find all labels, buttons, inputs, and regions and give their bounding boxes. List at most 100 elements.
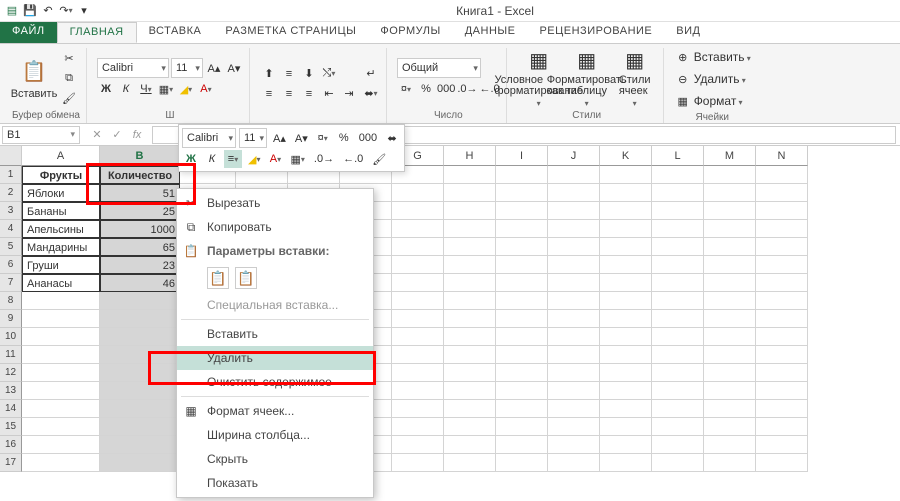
cell[interactable] xyxy=(22,292,100,310)
mini-bold-button[interactable]: Ж xyxy=(182,150,200,168)
cell[interactable] xyxy=(756,310,808,328)
cell[interactable] xyxy=(444,346,496,364)
ctx-paste-special[interactable]: Специальная вставка... xyxy=(177,293,373,317)
redo-icon[interactable]: ↷ xyxy=(58,3,74,19)
cell[interactable] xyxy=(496,400,548,418)
cell[interactable] xyxy=(652,256,704,274)
tab-file[interactable]: ФАЙЛ xyxy=(0,22,57,43)
cell[interactable] xyxy=(548,202,600,220)
font-size-combo[interactable]: 11 xyxy=(171,58,203,78)
cell[interactable] xyxy=(22,310,100,328)
row-header[interactable]: 4 xyxy=(0,220,22,238)
cell[interactable] xyxy=(756,382,808,400)
cell[interactable] xyxy=(756,166,808,184)
cell[interactable] xyxy=(444,400,496,418)
cut-icon[interactable]: ✂ xyxy=(60,49,78,67)
insert-cells-button[interactable]: Вставить xyxy=(694,50,751,64)
cell[interactable] xyxy=(496,184,548,202)
orientation-icon[interactable]: ⤭ xyxy=(320,65,338,83)
mini-font-color-icon[interactable]: A xyxy=(266,150,284,168)
number-format-combo[interactable]: Общий xyxy=(397,58,481,78)
tab-view[interactable]: ВИД xyxy=(664,22,712,43)
cell[interactable] xyxy=(548,382,600,400)
comma-icon[interactable]: 000 xyxy=(437,80,455,98)
row-header[interactable]: 12 xyxy=(0,364,22,382)
cell[interactable] xyxy=(496,274,548,292)
align-left-icon[interactable]: ≡ xyxy=(260,85,278,103)
cell[interactable] xyxy=(496,202,548,220)
mini-comma-icon[interactable]: 000 xyxy=(356,129,380,147)
ctx-delete[interactable]: Удалить xyxy=(177,346,373,370)
cell[interactable]: Мандарины xyxy=(22,238,100,256)
cell[interactable] xyxy=(704,400,756,418)
accounting-icon[interactable]: ¤ xyxy=(397,80,415,98)
cell[interactable]: Количество xyxy=(100,166,180,184)
cell[interactable] xyxy=(600,400,652,418)
col-header-h[interactable]: H xyxy=(444,146,496,166)
cell[interactable] xyxy=(756,202,808,220)
align-right-icon[interactable]: ≡ xyxy=(300,85,318,103)
cell[interactable] xyxy=(444,310,496,328)
cell[interactable] xyxy=(704,418,756,436)
cell[interactable] xyxy=(756,220,808,238)
cell[interactable] xyxy=(100,292,180,310)
row-header[interactable]: 2 xyxy=(0,184,22,202)
cell[interactable] xyxy=(600,166,652,184)
cell[interactable] xyxy=(600,346,652,364)
mini-percent-icon[interactable]: % xyxy=(335,129,353,147)
format-painter-icon[interactable]: 🖌 xyxy=(60,89,78,107)
cell[interactable] xyxy=(496,238,548,256)
tab-pagelayout[interactable]: РАЗМЕТКА СТРАНИЦЫ xyxy=(213,22,368,43)
cell[interactable] xyxy=(756,418,808,436)
cell[interactable] xyxy=(756,238,808,256)
cell[interactable]: Ананасы xyxy=(22,274,100,292)
cell[interactable] xyxy=(704,382,756,400)
cell[interactable] xyxy=(392,382,444,400)
cell[interactable]: Яблоки xyxy=(22,184,100,202)
cell[interactable] xyxy=(444,364,496,382)
row-header[interactable]: 16 xyxy=(0,436,22,454)
mini-format-painter-icon[interactable]: 🖌 xyxy=(369,150,389,168)
cell[interactable] xyxy=(392,436,444,454)
cell[interactable] xyxy=(496,220,548,238)
cell[interactable] xyxy=(600,436,652,454)
cell[interactable] xyxy=(548,220,600,238)
indent-dec-icon[interactable]: ⇤ xyxy=(320,85,338,103)
row-header[interactable]: 13 xyxy=(0,382,22,400)
cell[interactable] xyxy=(548,184,600,202)
fill-color-button[interactable]: ◢ xyxy=(177,80,195,98)
cell[interactable] xyxy=(22,328,100,346)
tab-insert[interactable]: ВСТАВКА xyxy=(137,22,214,43)
cell[interactable] xyxy=(444,220,496,238)
cell[interactable] xyxy=(392,346,444,364)
cell[interactable] xyxy=(704,166,756,184)
paste-values-icon[interactable]: 📋 xyxy=(235,267,257,289)
cell[interactable] xyxy=(600,274,652,292)
col-header-n[interactable]: N xyxy=(756,146,808,166)
wrap-text-icon[interactable]: ↵ xyxy=(362,65,380,83)
mini-font-combo[interactable]: Calibri xyxy=(182,128,236,148)
format-cells-button[interactable]: Формат xyxy=(694,94,743,108)
align-bottom-icon[interactable]: ⬇ xyxy=(300,65,318,83)
cell[interactable] xyxy=(600,292,652,310)
mini-dec-dec-icon[interactable]: ←.0 xyxy=(340,150,366,168)
row-header[interactable]: 11 xyxy=(0,346,22,364)
ctx-column-width[interactable]: Ширина столбца... xyxy=(177,423,373,447)
cell[interactable] xyxy=(652,274,704,292)
cell[interactable] xyxy=(22,346,100,364)
cell[interactable] xyxy=(600,238,652,256)
tab-formulas[interactable]: ФОРМУЛЫ xyxy=(368,22,452,43)
cell[interactable]: 25 xyxy=(100,202,180,220)
cell[interactable] xyxy=(704,346,756,364)
col-header-k[interactable]: K xyxy=(600,146,652,166)
cell[interactable] xyxy=(548,418,600,436)
cell[interactable] xyxy=(600,364,652,382)
cell[interactable] xyxy=(496,382,548,400)
cell[interactable] xyxy=(392,310,444,328)
ctx-hide[interactable]: Скрыть xyxy=(177,447,373,471)
row-header[interactable]: 9 xyxy=(0,310,22,328)
cell[interactable] xyxy=(756,364,808,382)
cell[interactable]: 65 xyxy=(100,238,180,256)
paste-button[interactable]: 📋 Вставить xyxy=(12,49,56,107)
cell[interactable] xyxy=(548,292,600,310)
